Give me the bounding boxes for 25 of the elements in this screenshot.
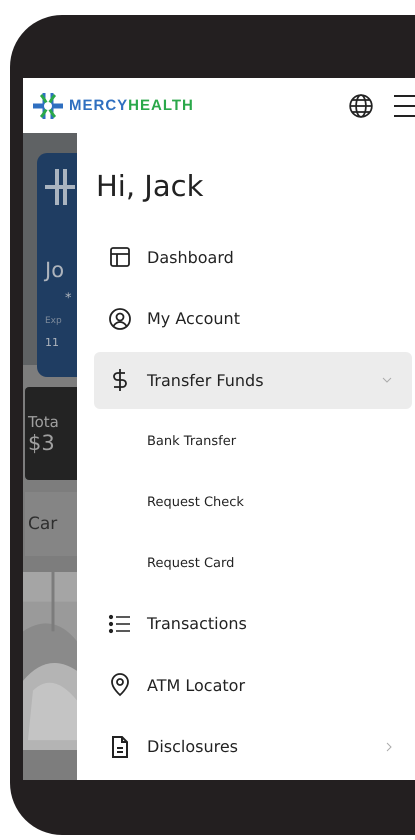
card-number: * <box>65 291 72 306</box>
globe-icon[interactable] <box>348 92 374 118</box>
menu-item[interactable]: My Account <box>94 290 412 348</box>
expiry-label: Exp <box>45 316 63 326</box>
logo-wordmark: MERCYHEALTH <box>69 97 194 114</box>
card-name: Jo <box>45 257 66 283</box>
menu-icon[interactable] <box>393 92 415 118</box>
user-icon <box>108 306 132 331</box>
expiry-date: 11 <box>45 336 60 349</box>
total-label: Tota <box>28 412 60 430</box>
submenu-item[interactable]: Request Card <box>94 534 412 592</box>
logo-icon <box>45 167 75 207</box>
greeting: Hi, Jack <box>96 169 204 203</box>
submenu-item[interactable]: Bank Transfer <box>94 414 412 470</box>
cards-label: Car <box>28 514 58 534</box>
logo-icon <box>31 90 65 120</box>
submenu-item[interactable]: Request Check <box>94 474 412 531</box>
menu-item[interactable]: Dashboard <box>94 229 412 286</box>
menu-item[interactable]: Transactions <box>94 595 412 652</box>
location-pin-icon <box>108 673 132 698</box>
menu-item[interactable]: Transfer Funds <box>94 352 412 409</box>
menu-item[interactable]: Disclosures <box>94 718 412 776</box>
layout-icon <box>108 245 132 270</box>
menu-item[interactable]: ATM Locator <box>94 656 412 714</box>
total-value: $3 <box>28 430 56 454</box>
